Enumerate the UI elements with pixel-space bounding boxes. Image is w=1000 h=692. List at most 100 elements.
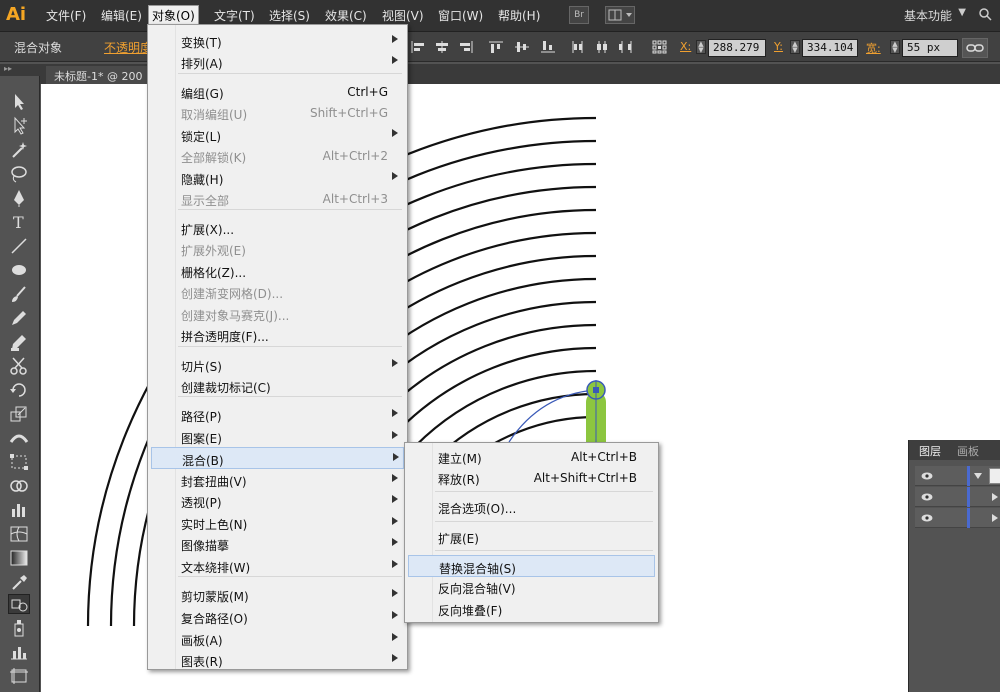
object-menu-item[interactable]: 路径(P) (151, 404, 404, 426)
object-menu-item[interactable]: 创建渐变网格(D)... (151, 281, 404, 303)
object-menu-item[interactable]: 取消编组(U) Shift+Ctrl+G (151, 102, 404, 124)
blend-menu-item[interactable]: 反向堆叠(F) (408, 598, 655, 620)
constrain-proportions-button[interactable] (962, 38, 988, 58)
y-field[interactable]: 334.104 (802, 39, 858, 57)
layer-row[interactable] (915, 508, 1000, 528)
selection-tool[interactable] (8, 92, 30, 112)
artboard-tool[interactable] (8, 666, 30, 686)
object-menu-item[interactable]: 图像描摹 (151, 533, 404, 555)
line-tool[interactable] (8, 236, 30, 256)
distribute-left-icon[interactable] (570, 40, 586, 54)
blend-menu-item[interactable]: 反向混合轴(V) (408, 576, 655, 598)
align-top-icon[interactable] (488, 40, 504, 54)
blend-menu-item[interactable]: 建立(M) Alt+Ctrl+B (408, 446, 655, 468)
blob-brush-tool[interactable] (8, 332, 30, 352)
object-menu-item[interactable]: 混合(B) (151, 447, 404, 469)
menu-edit[interactable]: 编辑(E) (101, 7, 142, 24)
magic-wand-tool[interactable] (8, 140, 30, 160)
eye-icon[interactable] (921, 472, 933, 480)
object-menu-item[interactable]: 图表(R) (151, 649, 404, 671)
object-menu-item[interactable]: 扩展外观(E) (151, 238, 404, 260)
ellipse-tool[interactable] (8, 260, 30, 280)
align-bottom-icon[interactable] (540, 40, 556, 54)
search-icon[interactable] (978, 7, 992, 21)
menu-help[interactable]: 帮助(H) (498, 7, 540, 24)
object-menu-item[interactable]: 文本绕排(W) (151, 555, 404, 577)
document-tab[interactable]: 未标题-1* @ 200 (46, 66, 151, 84)
object-menu-item[interactable]: 封套扭曲(V) (151, 469, 404, 491)
pencil-tool[interactable] (8, 308, 30, 328)
bridge-button[interactable]: Br (569, 6, 589, 24)
align-vertical-center-icon[interactable] (514, 40, 530, 54)
eye-icon[interactable] (921, 493, 933, 501)
y-stepper[interactable]: ▲ ▼ (790, 40, 800, 54)
gradient-tool[interactable] (8, 548, 30, 568)
column-graph-tool[interactable] (8, 642, 30, 662)
object-menu-item[interactable]: 拼合透明度(F)... (151, 324, 404, 346)
object-menu-item[interactable]: 复合路径(O) (151, 606, 404, 628)
free-transform-tool[interactable] (8, 452, 30, 472)
width-field[interactable]: 55 px (902, 39, 958, 57)
menu-select[interactable]: 选择(S) (269, 7, 310, 24)
menu-type[interactable]: 文字(T) (214, 7, 255, 24)
menu-view[interactable]: 视图(V) (382, 7, 424, 24)
object-menu-item[interactable]: 剪切蒙版(M) (151, 584, 404, 606)
direct-selection-tool[interactable] (8, 116, 30, 136)
workspace-switcher[interactable]: 基本功能 (904, 7, 952, 24)
reference-point-icon[interactable] (652, 40, 668, 54)
x-field[interactable]: 288.279 (708, 39, 766, 57)
object-menu-item[interactable]: 变换(T) (151, 30, 404, 52)
layer-row[interactable] (915, 487, 1000, 507)
pen-tool[interactable] (8, 188, 30, 208)
menu-file[interactable]: 文件(F) (46, 7, 86, 24)
distribute-center-icon[interactable] (594, 40, 610, 54)
object-menu-item[interactable]: 实时上色(N) (151, 512, 404, 534)
scissors-tool[interactable] (8, 356, 30, 376)
blend-menu-item[interactable]: 混合选项(O)... (408, 496, 655, 518)
eye-icon[interactable] (921, 514, 933, 522)
tab-artboards[interactable]: 画板 (957, 443, 979, 459)
align-right-icon[interactable] (458, 40, 474, 54)
paintbrush-tool[interactable] (8, 284, 30, 304)
blend-tool[interactable] (8, 594, 30, 614)
object-menu-item[interactable]: 锁定(L) (151, 124, 404, 146)
menu-window[interactable]: 窗口(W) (438, 7, 483, 24)
tab-layers[interactable]: 图层 (919, 443, 941, 459)
object-menu-item[interactable]: 编组(G) Ctrl+G (151, 81, 404, 103)
align-left-icon[interactable] (410, 40, 426, 54)
object-menu-item[interactable]: 创建对象马赛克(J)... (151, 303, 404, 325)
chevron-right-icon[interactable] (991, 514, 999, 522)
object-menu-item[interactable]: 画板(A) (151, 628, 404, 650)
object-menu-item[interactable]: 隐藏(H) (151, 167, 404, 189)
blend-menu-item[interactable]: 扩展(E) (408, 526, 655, 548)
object-menu-item[interactable]: 全部解锁(K) Alt+Ctrl+2 (151, 145, 404, 167)
chevron-right-icon[interactable] (991, 493, 999, 501)
width-stepper[interactable]: ▲ ▼ (890, 40, 900, 54)
object-menu-item[interactable]: 切片(S) (151, 354, 404, 376)
layer-row[interactable] (915, 466, 1000, 486)
object-menu-item[interactable]: 扩展(X)... (151, 217, 404, 239)
eyedropper-tool[interactable] (8, 572, 30, 592)
object-menu-item[interactable]: 创建裁切标记(C) (151, 375, 404, 397)
opacity-link[interactable]: 不透明度 (104, 39, 152, 56)
menu-effect[interactable]: 效果(C) (325, 7, 367, 24)
shape-builder-tool[interactable] (8, 476, 30, 496)
width-tool[interactable] (8, 428, 30, 448)
chevron-down-icon[interactable] (973, 472, 983, 480)
x-stepper[interactable]: ▲ ▼ (696, 40, 706, 54)
arrange-documents-button[interactable] (605, 6, 635, 24)
scale-tool[interactable] (8, 404, 30, 424)
menu-object[interactable]: 对象(O) (148, 5, 199, 26)
align-horizontal-center-icon[interactable] (434, 40, 450, 54)
object-menu-item[interactable]: 排列(A) (151, 51, 404, 73)
toolbox-collapse-icon[interactable]: ▸▸ (0, 64, 40, 76)
symbol-sprayer-tool[interactable] (8, 618, 30, 638)
graph-tool[interactable] (8, 500, 30, 520)
object-menu-item[interactable]: 图案(E) (151, 426, 404, 448)
object-menu-item[interactable]: 透视(P) (151, 490, 404, 512)
type-tool[interactable]: T (8, 212, 30, 232)
blend-menu-item[interactable]: 替换混合轴(S) (408, 555, 655, 577)
blend-menu-item[interactable]: 释放(R) Alt+Shift+Ctrl+B (408, 467, 655, 489)
mesh-tool[interactable] (8, 524, 30, 544)
distribute-right-icon[interactable] (618, 40, 634, 54)
